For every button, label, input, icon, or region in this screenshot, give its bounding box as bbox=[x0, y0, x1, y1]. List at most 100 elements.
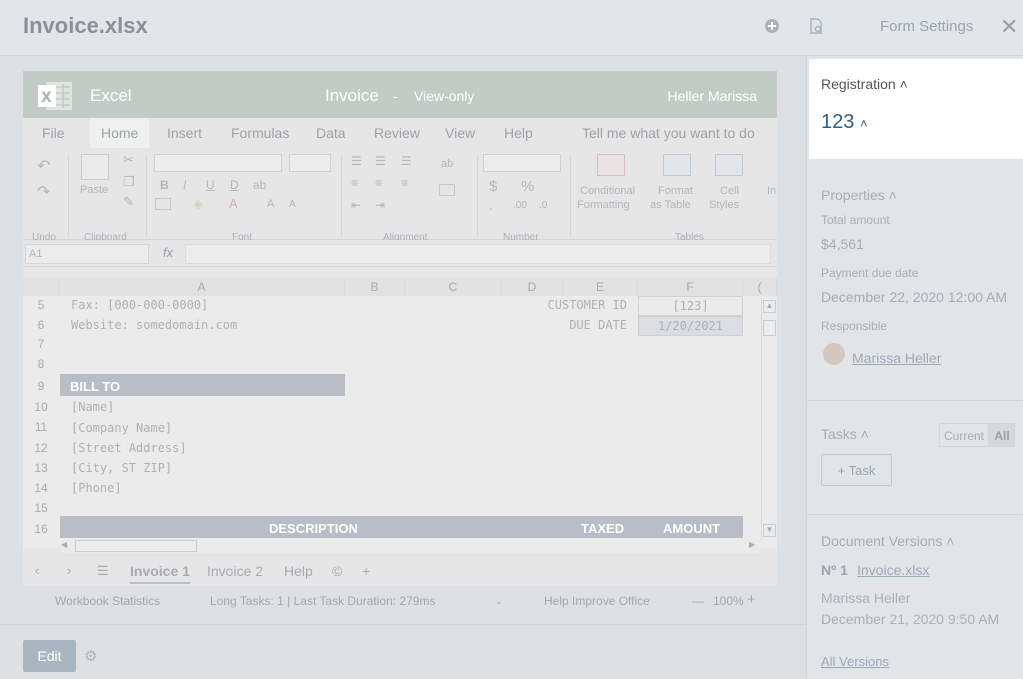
col-header-f[interactable]: F bbox=[638, 278, 743, 296]
row-number[interactable]: 13 bbox=[23, 461, 59, 475]
menu-file[interactable]: File bbox=[42, 125, 65, 141]
properties-header[interactable]: Properties ˄ bbox=[821, 187, 897, 203]
paste-icon[interactable] bbox=[81, 154, 109, 180]
document-settings-icon[interactable] bbox=[808, 18, 824, 34]
cell-street[interactable]: [Street Address] bbox=[71, 441, 187, 455]
function-icon[interactable]: fx bbox=[163, 245, 173, 260]
conditional-formatting-label-1[interactable]: Conditional bbox=[580, 185, 635, 197]
wrap-text-icon[interactable]: ab bbox=[441, 158, 453, 170]
col-header-e[interactable]: E bbox=[563, 278, 638, 296]
row-number[interactable]: 7 bbox=[23, 337, 59, 351]
formula-input[interactable] bbox=[185, 244, 771, 264]
sheet-tab-copyright[interactable]: © bbox=[332, 563, 342, 579]
status-dropdown-icon[interactable]: ⌄ bbox=[495, 596, 503, 607]
col-header-c[interactable]: C bbox=[405, 278, 502, 296]
chevron-up-icon[interactable]: ˄ bbox=[889, 187, 897, 203]
chevron-up-icon[interactable]: ˄ bbox=[860, 116, 868, 131]
cell-phone[interactable]: [Phone] bbox=[71, 481, 122, 495]
responsible-user-link[interactable]: Marissa Heller bbox=[852, 350, 941, 366]
format-as-table-icon[interactable] bbox=[663, 154, 691, 176]
tasks-header[interactable]: Tasks ˄ bbox=[821, 426, 869, 442]
format-as-table-label-1[interactable]: Format bbox=[658, 185, 693, 197]
col-header-a[interactable]: A bbox=[59, 278, 345, 296]
copy-icon[interactable]: ❐ bbox=[123, 174, 135, 190]
decrease-decimal-icon[interactable]: .0 bbox=[539, 200, 547, 211]
row-number[interactable]: 15 bbox=[23, 501, 59, 515]
increase-indent-icon[interactable]: ⇥ bbox=[375, 198, 385, 212]
menu-review[interactable]: Review bbox=[374, 125, 420, 141]
add-circle-icon[interactable] bbox=[764, 18, 780, 34]
menu-help[interactable]: Help bbox=[504, 125, 533, 141]
cell-name[interactable]: [Name] bbox=[71, 400, 114, 414]
version-file-link[interactable]: Invoice.xlsx bbox=[857, 562, 929, 578]
all-sheets-icon[interactable]: ☰ bbox=[97, 563, 109, 579]
next-sheet-icon[interactable]: › bbox=[67, 563, 71, 578]
amount-header[interactable]: AMOUNT bbox=[663, 521, 720, 536]
edit-button[interactable]: Edit bbox=[23, 640, 76, 672]
italic-icon[interactable]: I bbox=[183, 178, 186, 192]
tasks-filter-all[interactable]: All bbox=[989, 423, 1015, 447]
form-settings-link[interactable]: Form Settings bbox=[880, 18, 973, 35]
double-underline-icon[interactable]: D bbox=[230, 178, 239, 192]
align-middle-icon[interactable]: ☰ bbox=[375, 154, 386, 168]
undo-icon[interactable]: ↶ bbox=[37, 156, 50, 176]
cell-due-date-value[interactable]: 1/20/2021 bbox=[638, 316, 743, 336]
sheet-tab-help[interactable]: Help bbox=[284, 563, 313, 579]
sheet-tab-invoice-1[interactable]: Invoice 1 bbox=[130, 563, 190, 584]
cell-due-date-label[interactable]: DUE DATE bbox=[547, 318, 627, 332]
comma-style-icon[interactable]: , bbox=[489, 198, 492, 212]
increase-decimal-icon[interactable]: .00 bbox=[513, 200, 527, 211]
description-header[interactable]: DESCRIPTION bbox=[269, 521, 358, 536]
chevron-up-icon[interactable]: ˄ bbox=[946, 533, 954, 549]
menu-data[interactable]: Data bbox=[316, 125, 346, 141]
cell-website[interactable]: Website: somedomain.com bbox=[71, 318, 237, 332]
cell-fax[interactable]: Fax: [000-000-0000] bbox=[71, 298, 208, 312]
bill-to-header[interactable]: BILL TO bbox=[60, 374, 345, 396]
format-as-table-label-2[interactable]: as Table bbox=[650, 199, 691, 211]
scroll-up-icon[interactable]: ▲ bbox=[763, 300, 776, 313]
align-center-icon[interactable]: ≡ bbox=[375, 176, 382, 190]
cell-styles-icon[interactable] bbox=[715, 154, 743, 176]
align-right-icon[interactable]: ≡ bbox=[401, 176, 408, 190]
merge-icon[interactable] bbox=[439, 184, 455, 196]
scroll-right-icon[interactable]: ▶ bbox=[749, 540, 755, 549]
bold-icon[interactable]: B bbox=[160, 178, 169, 192]
row-number[interactable]: 11 bbox=[23, 420, 59, 434]
workbook-statistics[interactable]: Workbook Statistics bbox=[55, 594, 160, 608]
row-number[interactable]: 14 bbox=[23, 481, 59, 495]
zoom-level[interactable]: 100% bbox=[713, 594, 744, 608]
redo-icon[interactable]: ↷ bbox=[37, 182, 50, 202]
borders-icon[interactable] bbox=[155, 198, 171, 210]
name-box[interactable]: A1 bbox=[25, 244, 149, 264]
help-improve-office[interactable]: Help Improve Office bbox=[544, 594, 650, 608]
align-left-icon[interactable]: ≡ bbox=[351, 176, 358, 190]
underline-icon[interactable]: U bbox=[206, 178, 215, 192]
excel-user-name[interactable]: Heller Marissa bbox=[668, 88, 757, 104]
vertical-scrollbar[interactable]: ▲ ▼ bbox=[761, 298, 777, 540]
tell-me-search[interactable]: Tell me what you want to do bbox=[582, 125, 755, 141]
row-number[interactable]: 9 bbox=[23, 379, 59, 393]
add-sheet-icon[interactable]: + bbox=[362, 563, 370, 579]
horizontal-scroll-thumb[interactable] bbox=[75, 540, 197, 552]
align-bottom-icon[interactable]: ☰ bbox=[401, 154, 412, 168]
cell-city[interactable]: [City, ST ZIP] bbox=[71, 461, 172, 475]
cell-company[interactable]: [Company Name] bbox=[71, 421, 172, 435]
row-number[interactable]: 5 bbox=[23, 298, 59, 312]
row-number[interactable]: 12 bbox=[23, 441, 59, 455]
col-header-b[interactable]: B bbox=[345, 278, 405, 296]
format-painter-icon[interactable]: ✎ bbox=[123, 194, 134, 210]
increase-font-icon[interactable]: A bbox=[267, 198, 274, 210]
scroll-down-icon[interactable]: ▼ bbox=[763, 524, 776, 537]
cell-styles-label-2[interactable]: Styles bbox=[709, 199, 739, 211]
conditional-formatting-icon[interactable] bbox=[597, 154, 625, 176]
menu-formulas[interactable]: Formulas bbox=[231, 125, 289, 141]
decrease-indent-icon[interactable]: ⇤ bbox=[351, 198, 361, 212]
zoom-in-icon[interactable]: + bbox=[747, 591, 756, 608]
chevron-up-icon[interactable]: ˄ bbox=[861, 426, 869, 442]
close-icon[interactable]: ✕ bbox=[1000, 14, 1018, 40]
row-number[interactable]: 16 bbox=[23, 522, 59, 536]
taxed-header[interactable]: TAXED bbox=[581, 521, 624, 536]
col-header-g[interactable]: ( bbox=[743, 278, 777, 296]
font-size-select[interactable] bbox=[289, 154, 331, 172]
gear-icon[interactable]: ⚙ bbox=[84, 647, 97, 665]
